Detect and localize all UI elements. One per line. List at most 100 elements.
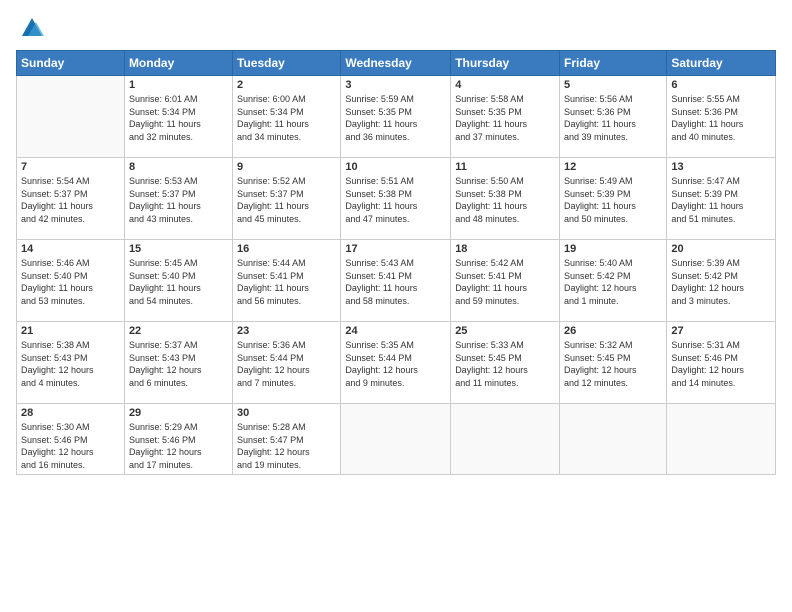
day-number: 13 [671,161,771,173]
calendar-cell: 15 Sunrise: 5:45 AM Sunset: 5:40 PM Dayli… [124,240,232,322]
calendar-cell: 13Sunrise: 5:47 AM Sunset: 5:39 PM Dayli… [667,158,776,240]
day-info: Sunrise: 5:43 AM Sunset: 5:41 PM Dayligh… [345,257,446,307]
day-number: 5 [564,79,662,91]
calendar-cell: 18 Sunrise: 5:42 AM Sunset: 5:41 PM Dayli… [451,240,560,322]
calendar-cell: 10 Sunrise: 5:51 AM Sunset: 5:38 PM Dayli… [341,158,451,240]
calendar-cell: 28 Sunrise: 5:30 AM Sunset: 5:46 PM Dayli… [17,404,125,475]
calendar-week-row: 28 Sunrise: 5:30 AM Sunset: 5:46 PM Dayli… [17,404,776,475]
day-number: 15 [129,243,228,255]
day-number: 29 [129,407,228,419]
calendar-cell: 27 Sunrise: 5:31 AM Sunset: 5:46 PM Dayli… [667,322,776,404]
day-info: Sunrise: 6:01 AM Sunset: 5:34 PM Dayligh… [129,93,228,143]
day-info: Sunrise: 5:42 AM Sunset: 5:41 PM Dayligh… [455,257,555,307]
calendar-cell: 8 Sunrise: 5:53 AM Sunset: 5:37 PM Daylig… [124,158,232,240]
day-number: 27 [671,325,771,337]
calendar-cell: 24Sunrise: 5:35 AM Sunset: 5:44 PM Dayli… [341,322,451,404]
header [16,12,776,42]
day-number: 10 [345,161,446,173]
day-number: 23 [237,325,336,337]
day-number: 6 [671,79,771,91]
calendar-week-row: 1 Sunrise: 6:01 AM Sunset: 5:34 PM Daylig… [17,76,776,158]
calendar-cell: 26 Sunrise: 5:32 AM Sunset: 5:45 PM Dayli… [560,322,667,404]
day-info: Sunrise: 5:44 AM Sunset: 5:41 PM Dayligh… [237,257,336,307]
day-number: 19 [564,243,662,255]
day-info: Sunrise: 5:53 AM Sunset: 5:37 PM Dayligh… [129,175,228,225]
calendar: SundayMondayTuesdayWednesdayThursdayFrid… [16,50,776,475]
calendar-cell: 7 Sunrise: 5:54 AM Sunset: 5:37 PM Daylig… [17,158,125,240]
col-header-monday: Monday [124,51,232,76]
calendar-cell: 23 Sunrise: 5:36 AM Sunset: 5:44 PM Dayli… [233,322,341,404]
day-info: Sunrise: 5:32 AM Sunset: 5:45 PM Dayligh… [564,339,662,389]
calendar-cell [341,404,451,475]
day-number: 3 [345,79,446,91]
day-info: Sunrise: 5:50 AM Sunset: 5:38 PM Dayligh… [455,175,555,225]
calendar-cell: 25 Sunrise: 5:33 AM Sunset: 5:45 PM Dayli… [451,322,560,404]
day-info: Sunrise: 5:30 AM Sunset: 5:46 PM Dayligh… [21,421,120,471]
day-number: 9 [237,161,336,173]
day-number: 22 [129,325,228,337]
day-number: 2 [237,79,336,91]
day-number: 1 [129,79,228,91]
calendar-cell [451,404,560,475]
day-info: Sunrise: 5:45 AM Sunset: 5:40 PM Dayligh… [129,257,228,307]
col-header-wednesday: Wednesday [341,51,451,76]
day-info: Sunrise: 5:36 AM Sunset: 5:44 PM Dayligh… [237,339,336,389]
day-number: 8 [129,161,228,173]
calendar-week-row: 21 Sunrise: 5:38 AM Sunset: 5:43 PM Dayli… [17,322,776,404]
calendar-cell: 1 Sunrise: 6:01 AM Sunset: 5:34 PM Daylig… [124,76,232,158]
day-info: Sunrise: 5:52 AM Sunset: 5:37 PM Dayligh… [237,175,336,225]
day-number: 25 [455,325,555,337]
day-number: 21 [21,325,120,337]
day-number: 30 [237,407,336,419]
calendar-cell: 12Sunrise: 5:49 AM Sunset: 5:39 PM Dayli… [560,158,667,240]
day-number: 7 [21,161,120,173]
day-info: Sunrise: 5:28 AM Sunset: 5:47 PM Dayligh… [237,421,336,471]
calendar-cell: 19Sunrise: 5:40 AM Sunset: 5:42 PM Dayli… [560,240,667,322]
day-info: Sunrise: 5:33 AM Sunset: 5:45 PM Dayligh… [455,339,555,389]
day-info: Sunrise: 5:54 AM Sunset: 5:37 PM Dayligh… [21,175,120,225]
calendar-cell: 30 Sunrise: 5:28 AM Sunset: 5:47 PM Dayli… [233,404,341,475]
calendar-cell [17,76,125,158]
day-info: Sunrise: 5:46 AM Sunset: 5:40 PM Dayligh… [21,257,120,307]
calendar-cell: 5 Sunrise: 5:56 AM Sunset: 5:36 PM Daylig… [560,76,667,158]
calendar-cell [667,404,776,475]
day-info: Sunrise: 5:31 AM Sunset: 5:46 PM Dayligh… [671,339,771,389]
day-number: 18 [455,243,555,255]
calendar-cell: 14 Sunrise: 5:46 AM Sunset: 5:40 PM Dayli… [17,240,125,322]
day-info: Sunrise: 5:38 AM Sunset: 5:43 PM Dayligh… [21,339,120,389]
day-info: Sunrise: 5:49 AM Sunset: 5:39 PM Dayligh… [564,175,662,225]
calendar-cell: 21 Sunrise: 5:38 AM Sunset: 5:43 PM Dayli… [17,322,125,404]
day-number: 28 [21,407,120,419]
calendar-cell: 2 Sunrise: 6:00 AM Sunset: 5:34 PM Daylig… [233,76,341,158]
calendar-cell: 3 Sunrise: 5:59 AM Sunset: 5:35 PM Daylig… [341,76,451,158]
col-header-saturday: Saturday [667,51,776,76]
calendar-week-row: 7 Sunrise: 5:54 AM Sunset: 5:37 PM Daylig… [17,158,776,240]
calendar-cell: 16 Sunrise: 5:44 AM Sunset: 5:41 PM Dayli… [233,240,341,322]
day-info: Sunrise: 5:58 AM Sunset: 5:35 PM Dayligh… [455,93,555,143]
day-number: 17 [345,243,446,255]
col-header-friday: Friday [560,51,667,76]
col-header-thursday: Thursday [451,51,560,76]
day-number: 16 [237,243,336,255]
day-number: 14 [21,243,120,255]
page: SundayMondayTuesdayWednesdayThursdayFrid… [0,0,792,612]
calendar-cell: 11 Sunrise: 5:50 AM Sunset: 5:38 PM Dayli… [451,158,560,240]
day-info: Sunrise: 5:35 AM Sunset: 5:44 PM Dayligh… [345,339,446,389]
logo [16,16,46,42]
day-info: Sunrise: 5:59 AM Sunset: 5:35 PM Dayligh… [345,93,446,143]
col-header-sunday: Sunday [17,51,125,76]
day-number: 11 [455,161,555,173]
day-number: 26 [564,325,662,337]
day-number: 20 [671,243,771,255]
day-info: Sunrise: 5:55 AM Sunset: 5:36 PM Dayligh… [671,93,771,143]
calendar-cell: 4 Sunrise: 5:58 AM Sunset: 5:35 PM Daylig… [451,76,560,158]
calendar-cell: 6 Sunrise: 5:55 AM Sunset: 5:36 PM Daylig… [667,76,776,158]
day-info: Sunrise: 5:39 AM Sunset: 5:42 PM Dayligh… [671,257,771,307]
day-info: Sunrise: 6:00 AM Sunset: 5:34 PM Dayligh… [237,93,336,143]
day-info: Sunrise: 5:51 AM Sunset: 5:38 PM Dayligh… [345,175,446,225]
calendar-cell: 20 Sunrise: 5:39 AM Sunset: 5:42 PM Dayli… [667,240,776,322]
calendar-cell: 22Sunrise: 5:37 AM Sunset: 5:43 PM Dayli… [124,322,232,404]
logo-icon [18,14,46,42]
day-number: 4 [455,79,555,91]
day-info: Sunrise: 5:56 AM Sunset: 5:36 PM Dayligh… [564,93,662,143]
